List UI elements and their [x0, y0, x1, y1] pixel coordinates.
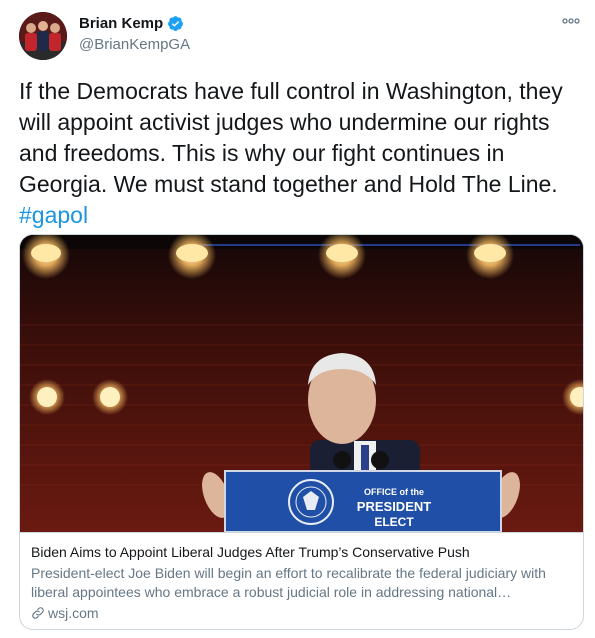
tweet-text: If the Democrats have full control in Wa… — [19, 76, 579, 231]
card-image[interactable]: OFFICE of the PRESIDENT ELECT — [20, 235, 583, 532]
tweet: Brian Kemp @BrianKempGA If the Democrats… — [0, 0, 595, 638]
link-preview-card[interactable]: OFFICE of the PRESIDENT ELECT Biden Aims… — [19, 234, 584, 630]
podium-line-1: OFFICE of the — [364, 487, 424, 497]
author-handle[interactable]: @BrianKempGA — [79, 36, 190, 53]
hashtag-link[interactable]: #gapol — [19, 202, 88, 228]
podium-line-2: PRESIDENT — [357, 499, 431, 514]
card-domain-text[interactable]: wsj.com — [48, 605, 99, 621]
more-dots-icon[interactable] — [561, 14, 581, 28]
author-name[interactable]: Brian Kemp — [79, 15, 163, 32]
card-domain[interactable]: wsj.com — [31, 605, 99, 621]
podium-line-3: ELECT — [374, 515, 414, 529]
avatar[interactable] — [19, 12, 67, 60]
card-title[interactable]: Biden Aims to Appoint Liberal Judges Aft… — [31, 544, 470, 560]
link-icon — [32, 607, 44, 619]
card-description: President-elect Joe Biden will begin an … — [31, 565, 546, 600]
author-name-row[interactable]: Brian Kemp — [79, 15, 184, 32]
tweet-body: If the Democrats have full control in Wa… — [19, 78, 563, 197]
card-body[interactable]: Biden Aims to Appoint Liberal Judges Aft… — [20, 532, 583, 629]
verified-badge-icon — [168, 16, 184, 31]
